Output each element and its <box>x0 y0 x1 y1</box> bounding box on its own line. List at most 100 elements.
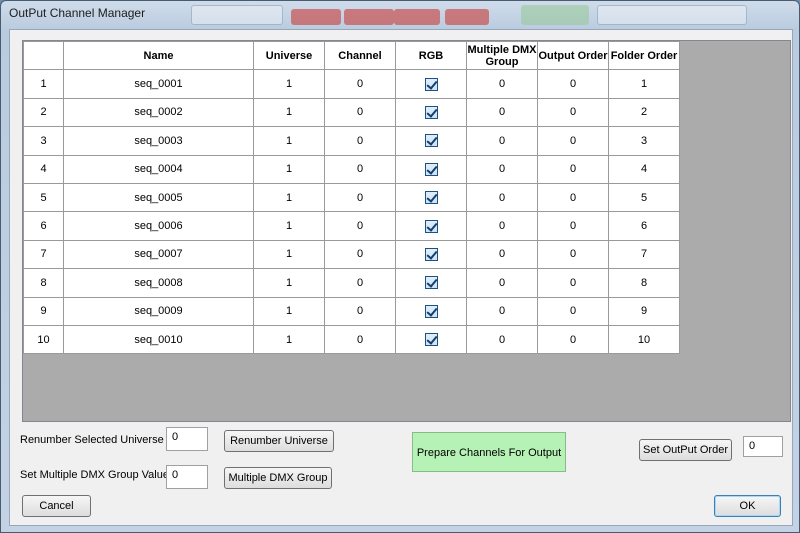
cell-folder-order[interactable]: 3 <box>608 126 680 156</box>
rgb-checkbox[interactable] <box>424 191 438 205</box>
cell-output-order[interactable]: 0 <box>537 211 609 241</box>
multiple-dmx-group-input[interactable]: 0 <box>166 465 208 489</box>
rgb-checkbox[interactable] <box>424 77 438 91</box>
cell-output-order[interactable]: 0 <box>537 268 609 298</box>
cell-rgb[interactable] <box>395 296 467 326</box>
cell-folder-order[interactable]: 9 <box>608 296 680 326</box>
cell-rgb[interactable] <box>395 324 467 355</box>
cell-folder-order[interactable]: 6 <box>608 211 680 241</box>
cell-folder-order[interactable]: 5 <box>608 182 680 213</box>
cell-channel[interactable]: 0 <box>324 324 396 355</box>
cell-rgb[interactable] <box>395 239 467 270</box>
cell-multiple-dmx-group[interactable]: 0 <box>466 154 538 184</box>
table-row[interactable]: 8 seq_0008 1 0 0 0 8 <box>23 268 680 298</box>
table-row[interactable]: 7 seq_0007 1 0 0 0 7 <box>23 239 680 270</box>
row-number[interactable]: 3 <box>23 126 64 156</box>
rgb-checkbox[interactable] <box>424 247 438 261</box>
cell-multiple-dmx-group[interactable]: 0 <box>466 268 538 298</box>
row-number[interactable]: 10 <box>23 324 64 355</box>
cell-folder-order[interactable]: 10 <box>608 324 680 355</box>
column-header-folder-order[interactable]: Folder Order <box>608 40 680 71</box>
cell-name[interactable]: seq_0001 <box>63 69 254 99</box>
rgb-checkbox[interactable] <box>424 134 438 148</box>
cell-rgb[interactable] <box>395 97 467 128</box>
cell-name[interactable]: seq_0009 <box>63 296 254 326</box>
cell-universe[interactable]: 1 <box>253 296 325 326</box>
row-number[interactable]: 4 <box>23 154 64 184</box>
cell-channel[interactable]: 0 <box>324 126 396 156</box>
rgb-checkbox[interactable] <box>424 162 438 176</box>
cell-name[interactable]: seq_0010 <box>63 324 254 355</box>
cancel-button[interactable]: Cancel <box>22 495 91 517</box>
cell-name[interactable]: seq_0003 <box>63 126 254 156</box>
cell-channel[interactable]: 0 <box>324 154 396 184</box>
cell-multiple-dmx-group[interactable]: 0 <box>466 211 538 241</box>
set-output-order-input[interactable]: 0 <box>743 436 783 457</box>
renumber-universe-input[interactable]: 0 <box>166 427 208 451</box>
cell-channel[interactable]: 0 <box>324 296 396 326</box>
rgb-checkbox[interactable] <box>424 219 438 233</box>
cell-folder-order[interactable]: 7 <box>608 239 680 270</box>
cell-name[interactable]: seq_0004 <box>63 154 254 184</box>
cell-channel[interactable]: 0 <box>324 97 396 128</box>
cell-folder-order[interactable]: 8 <box>608 268 680 298</box>
cell-rgb[interactable] <box>395 69 467 99</box>
cell-output-order[interactable]: 0 <box>537 296 609 326</box>
cell-multiple-dmx-group[interactable]: 0 <box>466 182 538 213</box>
corner-header[interactable] <box>23 40 64 71</box>
row-number[interactable]: 8 <box>23 268 64 298</box>
cell-universe[interactable]: 1 <box>253 268 325 298</box>
cell-folder-order[interactable]: 1 <box>608 69 680 99</box>
table-row[interactable]: 1 seq_0001 1 0 0 0 1 <box>23 69 680 99</box>
rgb-checkbox[interactable] <box>424 276 438 290</box>
cell-name[interactable]: seq_0006 <box>63 211 254 241</box>
cell-multiple-dmx-group[interactable]: 0 <box>466 324 538 355</box>
cell-channel[interactable]: 0 <box>324 182 396 213</box>
row-number[interactable]: 9 <box>23 296 64 326</box>
row-number[interactable]: 6 <box>23 211 64 241</box>
cell-folder-order[interactable]: 2 <box>608 97 680 128</box>
cell-multiple-dmx-group[interactable]: 0 <box>466 97 538 128</box>
cell-name[interactable]: seq_0008 <box>63 268 254 298</box>
table-row[interactable]: 2 seq_0002 1 0 0 0 2 <box>23 97 680 128</box>
rgb-checkbox[interactable] <box>424 304 438 318</box>
cell-output-order[interactable]: 0 <box>537 126 609 156</box>
cell-multiple-dmx-group[interactable]: 0 <box>466 239 538 270</box>
cell-universe[interactable]: 1 <box>253 69 325 99</box>
renumber-universe-button[interactable]: Renumber Universe <box>224 430 334 452</box>
cell-channel[interactable]: 0 <box>324 239 396 270</box>
cell-channel[interactable]: 0 <box>324 211 396 241</box>
multiple-dmx-group-button[interactable]: Multiple DMX Group <box>224 467 332 489</box>
cell-rgb[interactable] <box>395 268 467 298</box>
cell-output-order[interactable]: 0 <box>537 69 609 99</box>
table-row[interactable]: 6 seq_0006 1 0 0 0 6 <box>23 211 680 241</box>
cell-folder-order[interactable]: 4 <box>608 154 680 184</box>
cell-universe[interactable]: 1 <box>253 324 325 355</box>
rgb-checkbox[interactable] <box>424 333 438 347</box>
column-header-output-order[interactable]: Output Order <box>537 40 609 71</box>
cell-multiple-dmx-group[interactable]: 0 <box>466 69 538 99</box>
rgb-checkbox[interactable] <box>424 105 438 119</box>
cell-universe[interactable]: 1 <box>253 239 325 270</box>
cell-universe[interactable]: 1 <box>253 154 325 184</box>
cell-universe[interactable]: 1 <box>253 211 325 241</box>
cell-universe[interactable]: 1 <box>253 97 325 128</box>
set-output-order-button[interactable]: Set OutPut Order <box>639 439 732 461</box>
cell-output-order[interactable]: 0 <box>537 97 609 128</box>
cell-output-order[interactable]: 0 <box>537 239 609 270</box>
channel-grid[interactable]: Name Universe Channel RGB Multiple DMX G… <box>22 40 791 422</box>
cell-rgb[interactable] <box>395 126 467 156</box>
cell-multiple-dmx-group[interactable]: 0 <box>466 296 538 326</box>
cell-name[interactable]: seq_0007 <box>63 239 254 270</box>
prepare-channels-button[interactable]: Prepare Channels For Output <box>412 432 566 472</box>
cell-rgb[interactable] <box>395 211 467 241</box>
cell-output-order[interactable]: 0 <box>537 324 609 355</box>
table-row[interactable]: 5 seq_0005 1 0 0 0 5 <box>23 182 680 213</box>
table-row[interactable]: 10 seq_0010 1 0 0 0 10 <box>23 324 680 355</box>
cell-universe[interactable]: 1 <box>253 126 325 156</box>
table-row[interactable]: 3 seq_0003 1 0 0 0 3 <box>23 126 680 156</box>
cell-output-order[interactable]: 0 <box>537 154 609 184</box>
row-number[interactable]: 2 <box>23 97 64 128</box>
column-header-rgb[interactable]: RGB <box>395 40 467 71</box>
row-number[interactable]: 1 <box>23 69 64 99</box>
